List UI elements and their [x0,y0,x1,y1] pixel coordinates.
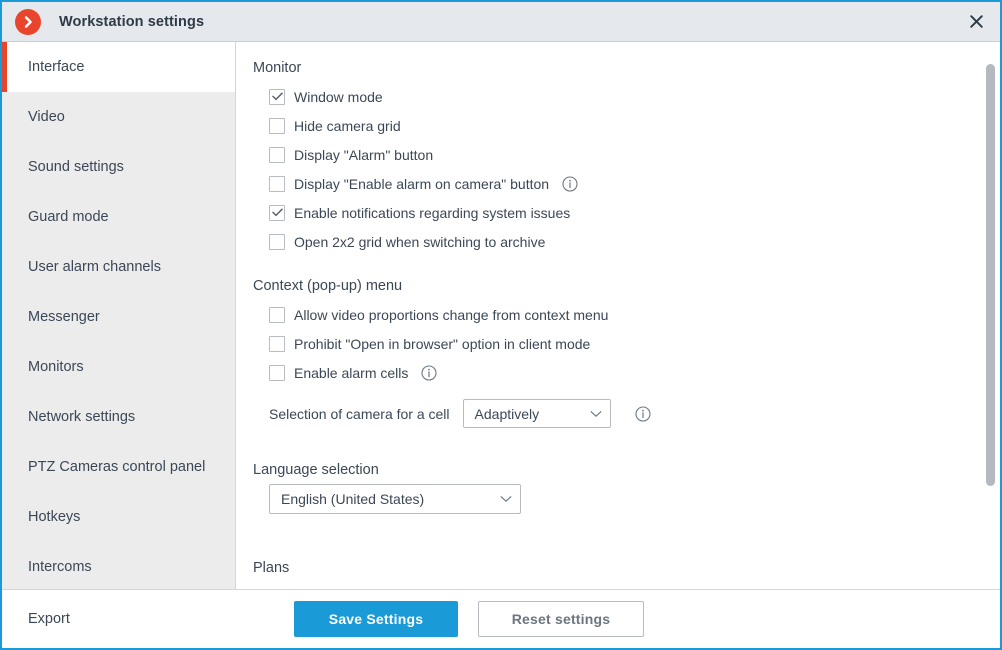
sidebar-item-label: User alarm channels [28,259,161,275]
checkbox-open-2x2-grid[interactable] [269,233,285,250]
sidebar-item-label: Hotkeys [28,509,81,525]
close-button[interactable] [952,2,1000,40]
option-label: Enable notifications regarding system is… [294,204,571,221]
checkbox-enable-notifications-system-issues[interactable] [269,204,285,221]
window-footer: Export Save Settings Reset settings [2,589,1000,648]
title-bar: Workstation settings [2,2,1000,42]
checkbox-display-alarm-button[interactable] [269,146,285,163]
chevron-down-icon [590,410,602,418]
window-body: Interface Video Sound settings Guard mod… [2,42,1000,589]
option-label: Display "Alarm" button [294,146,434,163]
section-heading-plans: Plans [253,560,290,576]
chevron-down-icon [500,495,512,503]
sidebar-item-ptz-cameras-control-panel[interactable]: PTZ Cameras control panel [2,442,235,492]
option-row-open-2x2-grid: Open 2x2 grid when switching to archive [236,227,1000,256]
option-row-window-mode: Window mode [236,82,1000,111]
sidebar-item-hotkeys[interactable]: Hotkeys [2,492,235,542]
language-value: English (United States) [281,491,425,507]
checkbox-window-mode[interactable] [269,88,285,105]
workstation-settings-window: Workstation settings Interface Video Sou… [0,0,1002,650]
sidebar-item-network-settings[interactable]: Network settings [2,392,235,442]
checkbox-allow-video-proportions-change[interactable] [269,306,285,323]
sidebar-item-label: Messenger [28,309,100,325]
language-dropdown[interactable]: English (United States) [269,484,521,514]
reset-settings-button[interactable]: Reset settings [478,601,644,637]
sidebar-item-label: Guard mode [28,209,109,225]
info-icon[interactable] [634,405,651,422]
scrollbar-thumb[interactable] [986,64,995,486]
sidebar-item-video[interactable]: Video [2,92,235,142]
camera-selection-row: Selection of camera for a cell Adaptivel… [236,399,1000,428]
checkbox-hide-camera-grid[interactable] [269,117,285,134]
sidebar-item-monitors[interactable]: Monitors [2,342,235,392]
chevron-right-circle-icon [15,8,41,35]
option-row-display-enable-alarm-on-camera-button: Display "Enable alarm on camera" button [236,169,1000,198]
option-label: Prohibit "Open in browser" option in cli… [294,335,591,352]
section-heading-language-selection: Language selection [253,462,379,478]
info-icon[interactable] [421,364,437,381]
camera-selection-dropdown[interactable]: Adaptively [462,399,611,428]
sidebar-item-label: Video [28,109,65,125]
option-label: Display "Enable alarm on camera" button [294,175,550,192]
sidebar-item-user-alarm-channels[interactable]: User alarm channels [2,242,235,292]
sidebar-item-intercoms[interactable]: Intercoms [2,542,235,589]
info-icon[interactable] [562,175,578,192]
option-row-hide-camera-grid: Hide camera grid [236,111,1000,140]
sidebar-item-label: Intercoms [28,559,92,575]
checkbox-prohibit-open-in-browser[interactable] [269,335,285,352]
option-label: Enable alarm cells [294,364,409,381]
sidebar-item-label: Monitors [28,359,84,375]
sidebar-item-label: PTZ Cameras control panel [28,459,206,475]
option-row-display-alarm-button: Display "Alarm" button [236,140,1000,169]
option-row-enable-alarm-cells: Enable alarm cells [236,358,1000,387]
option-row-allow-video-proportions-change: Allow video proportions change from cont… [236,300,1000,329]
checkbox-enable-alarm-cells[interactable] [269,364,285,381]
sidebar-item-label: Interface [28,59,85,75]
window-title: Workstation settings [59,13,205,30]
checkbox-display-enable-alarm-on-camera-button[interactable] [269,175,285,192]
settings-content-panel: Monitor Window mode Hide camera grid Dis… [236,42,1000,589]
section-heading-context-menu: Context (pop-up) menu [253,278,403,294]
option-label: Hide camera grid [294,117,401,134]
camera-selection-label: Selection of camera for a cell [269,405,450,422]
option-row-prohibit-open-in-browser: Prohibit "Open in browser" option in cli… [236,329,1000,358]
sidebar-item-sound-settings[interactable]: Sound settings [2,142,235,192]
settings-sidebar: Interface Video Sound settings Guard mod… [2,42,236,589]
sidebar-item-guard-mode[interactable]: Guard mode [2,192,235,242]
content-scrollbar[interactable] [980,42,1000,589]
sidebar-item-label: Network settings [28,409,136,425]
sidebar-item-interface[interactable]: Interface [2,42,235,92]
sidebar-item-export[interactable]: Export [2,611,236,627]
option-label: Open 2x2 grid when switching to archive [294,233,546,250]
sidebar-item-label: Sound settings [28,159,124,175]
sidebar-item-messenger[interactable]: Messenger [2,292,235,342]
save-settings-button[interactable]: Save Settings [294,601,458,637]
option-label: Window mode [294,88,383,105]
section-heading-monitor: Monitor [253,60,302,76]
camera-selection-value: Adaptively [474,405,540,422]
option-label: Allow video proportions change from cont… [294,306,609,323]
option-row-enable-notifications-system-issues: Enable notifications regarding system is… [236,198,1000,227]
settings-scroll-area: Monitor Window mode Hide camera grid Dis… [236,42,1000,589]
